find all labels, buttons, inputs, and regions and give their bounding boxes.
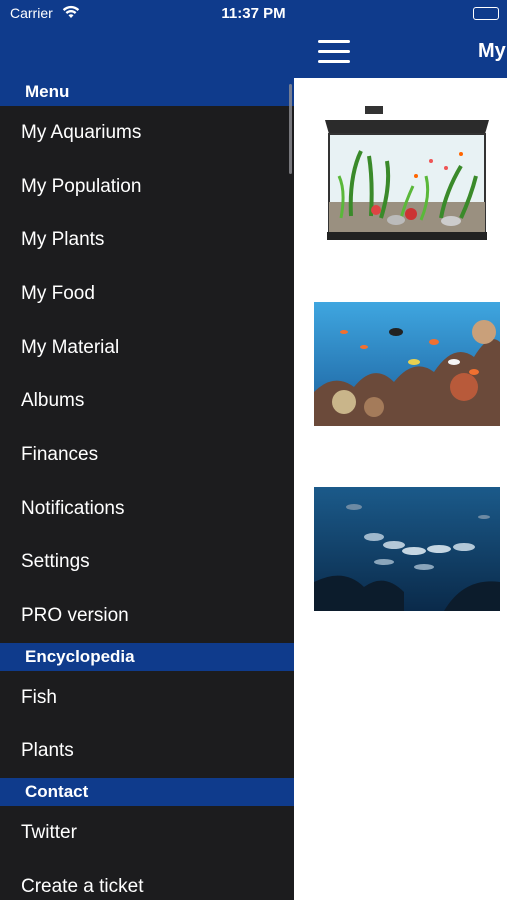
section-header-contact: Contact xyxy=(0,778,294,807)
battery-icon xyxy=(473,7,499,20)
clock: 11:37 PM xyxy=(221,5,286,22)
menu-item-my-material[interactable]: My Material xyxy=(0,321,294,375)
menu-toggle-button[interactable] xyxy=(318,40,350,64)
menu-item-my-plants[interactable]: My Plants xyxy=(0,213,294,267)
hamburger-icon xyxy=(318,40,350,43)
menu-item-settings[interactable]: Settings xyxy=(0,536,294,590)
page-title: My xyxy=(478,40,506,62)
menu-item-notifications[interactable]: Notifications xyxy=(0,482,294,536)
menu-item-finances[interactable]: Finances xyxy=(0,428,294,482)
section-header-menu: Menu xyxy=(0,78,294,106)
status-bar: Carrier 11:37 PM xyxy=(0,0,507,28)
side-drawer: Menu My Aquariums My Population My Plant… xyxy=(0,78,294,900)
menu-item-my-aquariums[interactable]: My Aquariums xyxy=(0,106,294,160)
aquarium-tank-image[interactable] xyxy=(321,106,493,246)
menu-item-twitter[interactable]: Twitter xyxy=(0,806,294,860)
menu-item-pro-version[interactable]: PRO version xyxy=(0,589,294,643)
menu-item-fish[interactable]: Fish xyxy=(0,671,294,725)
menu-item-my-food[interactable]: My Food xyxy=(0,267,294,321)
section-header-encyclopedia: Encyclopedia xyxy=(0,642,294,671)
menu-item-my-population[interactable]: My Population xyxy=(0,160,294,214)
menu-item-create-ticket[interactable]: Create a ticket xyxy=(0,860,294,900)
scrollbar[interactable] xyxy=(289,84,292,174)
menu-item-albums[interactable]: Albums xyxy=(0,374,294,428)
school-of-fish-image[interactable] xyxy=(314,487,500,611)
reef-image[interactable] xyxy=(314,302,500,426)
menu-item-plants[interactable]: Plants xyxy=(0,725,294,779)
aquarium-list xyxy=(294,78,507,900)
